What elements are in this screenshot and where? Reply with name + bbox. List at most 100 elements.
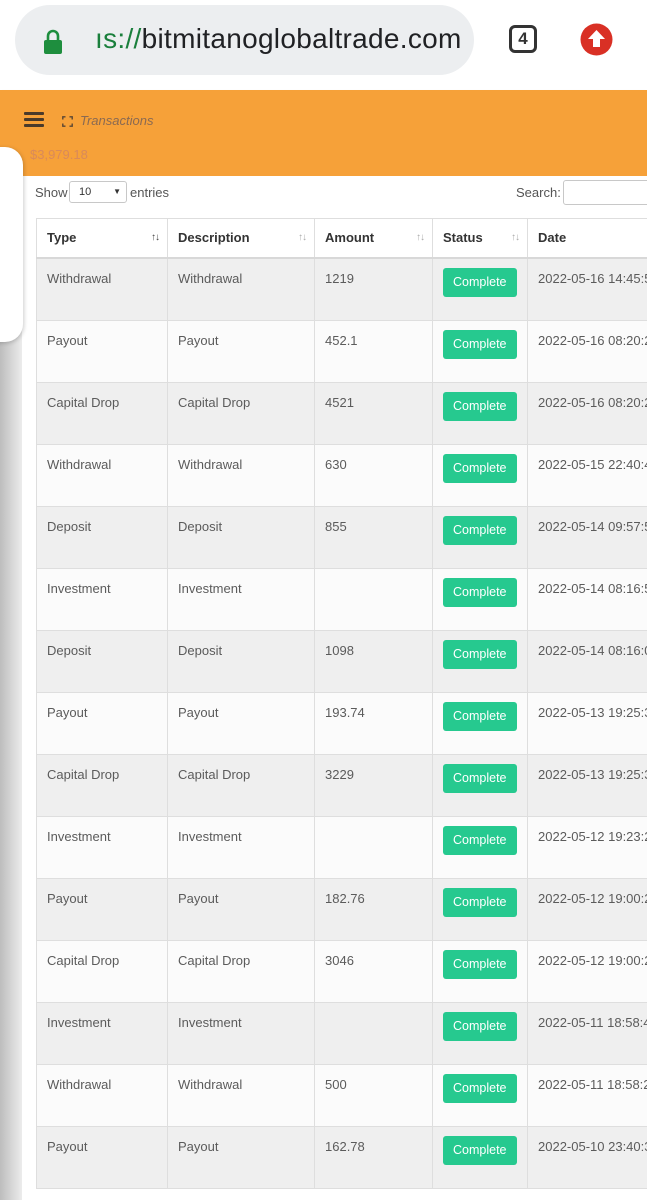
- cell-type: Withdrawal: [36, 443, 168, 507]
- cell-amount: 1219: [314, 257, 433, 321]
- cell-status: Complete: [432, 319, 528, 383]
- address-url[interactable]: ıs://bitmitanoglobaltrade.com: [95, 23, 462, 55]
- sort-icon[interactable]: ↑↓: [416, 219, 425, 256]
- cell-type: Deposit: [36, 629, 168, 693]
- side-drawer-handle[interactable]: [0, 147, 23, 342]
- table-row: Capital Drop Capital Drop 3046 Complete 2022…: [36, 939, 647, 1003]
- cell-type: Payout: [36, 877, 168, 941]
- entries-select[interactable]: 10 ▼: [69, 181, 127, 203]
- status-badge: Complete: [443, 453, 517, 483]
- cell-type: Withdrawal: [36, 257, 168, 321]
- cell-amount: 452.1: [314, 319, 433, 383]
- cell-status: Complete: [432, 1001, 528, 1065]
- sort-icon[interactable]: ↑↓: [511, 219, 520, 256]
- table-row: Payout Payout 162.78 Complete 2022-05-10 23:…: [36, 1125, 647, 1189]
- column-label: Type: [47, 230, 77, 245]
- column-header-date[interactable]: Date: [527, 218, 647, 259]
- cell-type: Investment: [36, 1001, 168, 1065]
- column-header-description[interactable]: Description ↑↓: [167, 218, 315, 259]
- table-row: Investment Investment Complete 2022-05-11 1…: [36, 1001, 647, 1065]
- sort-icon[interactable]: ↑↓: [151, 219, 160, 256]
- upload-icon[interactable]: [580, 23, 613, 56]
- cell-description: Deposit: [167, 629, 315, 693]
- cell-description: Payout: [167, 319, 315, 383]
- status-badge: Complete: [443, 701, 517, 731]
- transactions-table: Type ↑↓ Description ↑↓ Amount ↑↓ Status ↑↓ D…: [36, 218, 647, 1189]
- expand-icon[interactable]: [62, 116, 73, 127]
- tab-count: 4: [518, 29, 528, 48]
- cell-status: Complete: [432, 1063, 528, 1127]
- cell-type: Capital Drop: [36, 753, 168, 817]
- cell-amount: 500: [314, 1063, 433, 1127]
- cell-amount: 3046: [314, 939, 433, 1003]
- cell-status: Complete: [432, 567, 528, 631]
- cell-date: 2022-05-14 09:57:54: [527, 505, 647, 569]
- table-row: Investment Investment Complete 2022-05-12 1…: [36, 815, 647, 879]
- column-header-status[interactable]: Status ↑↓: [432, 218, 528, 259]
- cell-date: 2022-05-13 19:25:35: [527, 753, 647, 817]
- breadcrumb[interactable]: Transactions: [80, 113, 153, 128]
- cell-description: Withdrawal: [167, 1063, 315, 1127]
- menu-icon[interactable]: [24, 112, 44, 128]
- cell-date: 2022-05-16 08:20:24: [527, 319, 647, 383]
- cell-date: 2022-05-12 19:00:25: [527, 939, 647, 1003]
- table-row: Capital Drop Capital Drop 3229 Complete 2022…: [36, 753, 647, 817]
- caret-down-icon: ▼: [113, 187, 121, 196]
- table-row: Payout Payout 452.1 Complete 2022-05-16 08:2…: [36, 319, 647, 383]
- status-badge: Complete: [443, 949, 517, 979]
- cell-amount: 193.74: [314, 691, 433, 755]
- cell-status: Complete: [432, 939, 528, 1003]
- url-scheme: ıs://: [95, 23, 142, 54]
- table-body: Withdrawal Withdrawal 1219 Complete 2022-05-…: [36, 257, 647, 1189]
- cell-type: Deposit: [36, 505, 168, 569]
- cell-date: 2022-05-11 18:58:21: [527, 1063, 647, 1127]
- entries-value: 10: [79, 186, 92, 198]
- cell-amount: 630: [314, 443, 433, 507]
- column-label: Status: [443, 230, 483, 245]
- status-badge: Complete: [443, 329, 517, 359]
- table-row: Investment Investment Complete 2022-05-14 0…: [36, 567, 647, 631]
- cell-type: Capital Drop: [36, 381, 168, 445]
- lock-icon[interactable]: [43, 29, 63, 55]
- cell-date: 2022-05-12 19:00:25: [527, 877, 647, 941]
- address-bar[interactable]: ıs://bitmitanoglobaltrade.com: [15, 5, 474, 75]
- cell-description: Payout: [167, 877, 315, 941]
- cell-date: 2022-05-14 08:16:07: [527, 629, 647, 693]
- cell-status: Complete: [432, 257, 528, 321]
- cell-amount: [314, 567, 433, 631]
- cell-type: Investment: [36, 567, 168, 631]
- column-label: Date: [538, 230, 567, 245]
- tab-switcher-icon[interactable]: 4: [509, 25, 537, 53]
- status-badge: Complete: [443, 268, 517, 297]
- sort-icon[interactable]: ↑↓: [298, 219, 307, 256]
- status-badge: Complete: [443, 515, 517, 545]
- cell-description: Withdrawal: [167, 443, 315, 507]
- account-balance: $3,979.18: [30, 147, 88, 162]
- cell-amount: 3229: [314, 753, 433, 817]
- cell-description: Deposit: [167, 505, 315, 569]
- cell-status: Complete: [432, 1125, 528, 1189]
- search-input[interactable]: [563, 180, 647, 205]
- cell-status: Complete: [432, 505, 528, 569]
- app-header: Transactions $3,979.18: [0, 90, 647, 176]
- cell-description: Capital Drop: [167, 753, 315, 817]
- status-badge: Complete: [443, 1073, 517, 1103]
- cell-status: Complete: [432, 381, 528, 445]
- column-header-type[interactable]: Type ↑↓: [36, 218, 168, 259]
- cell-date: 2022-05-10 23:40:30: [527, 1125, 647, 1189]
- cell-date: 2022-05-16 08:20:24: [527, 381, 647, 445]
- cell-date: 2022-05-16 14:45:52: [527, 257, 647, 321]
- cell-status: Complete: [432, 443, 528, 507]
- cell-date: 2022-05-12 19:23:22: [527, 815, 647, 879]
- cell-amount: [314, 1001, 433, 1065]
- cell-description: Payout: [167, 691, 315, 755]
- cell-status: Complete: [432, 629, 528, 693]
- table-row: Withdrawal Withdrawal 630 Complete 2022-05-1…: [36, 443, 647, 507]
- table-row: Deposit Deposit 855 Complete 2022-05-14 09:5…: [36, 505, 647, 569]
- url-host: bitmitanoglobaltrade.com: [141, 23, 462, 54]
- cell-description: Investment: [167, 567, 315, 631]
- cell-type: Investment: [36, 815, 168, 879]
- cell-status: Complete: [432, 877, 528, 941]
- table-row: Withdrawal Withdrawal 500 Complete 2022-05-1…: [36, 1063, 647, 1127]
- column-header-amount[interactable]: Amount ↑↓: [314, 218, 433, 259]
